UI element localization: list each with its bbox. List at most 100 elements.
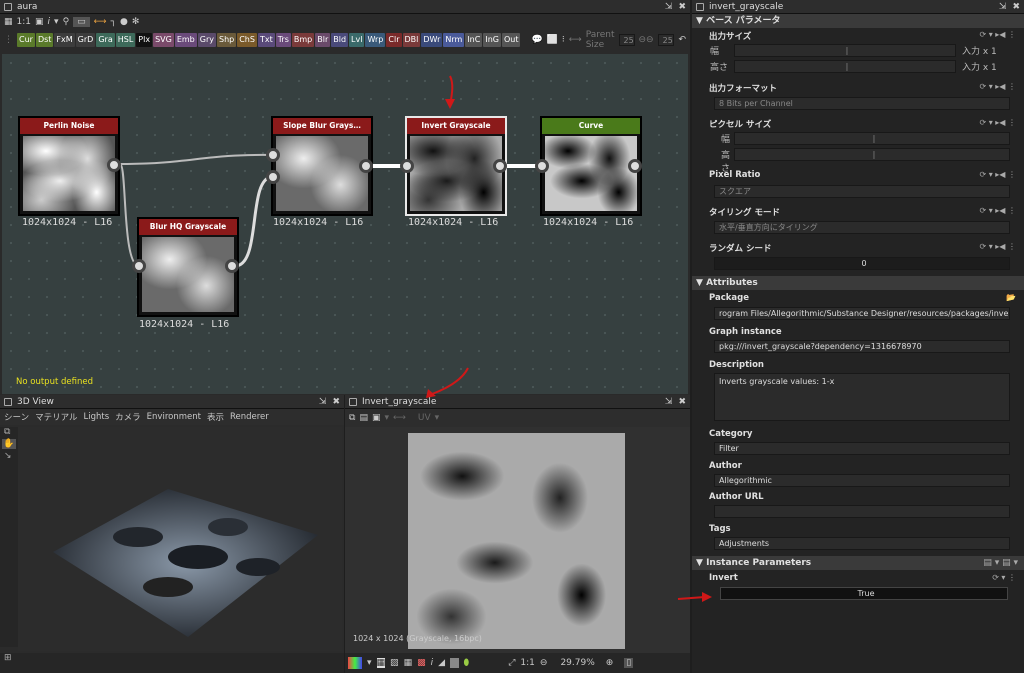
filter-button-cur[interactable]: Cur bbox=[17, 33, 35, 47]
frame-white-icon[interactable]: ⬜ bbox=[547, 35, 558, 45]
filter-button-emb[interactable]: Emb bbox=[174, 33, 197, 47]
input-port[interactable] bbox=[266, 148, 280, 162]
prop-options-icon[interactable]: ⟳ ▾ ▸◀ ⋮ bbox=[979, 82, 1016, 91]
parent-size-field[interactable]: 256 bbox=[618, 34, 635, 46]
map-icon[interactable]: ⊞ bbox=[0, 653, 12, 663]
zoom-in-icon[interactable]: ⊕ bbox=[606, 658, 614, 668]
prop-options-icon[interactable]: ⟳ ▾ ▸◀ ⋮ bbox=[979, 170, 1016, 179]
undo-icon[interactable]: ↶ bbox=[678, 35, 686, 45]
align-icon[interactable]: ┐ bbox=[111, 17, 116, 27]
checker-icon[interactable]: ▦ bbox=[376, 658, 386, 668]
info-icon[interactable]: i bbox=[48, 17, 51, 27]
save-icon[interactable]: ▤ bbox=[359, 413, 368, 423]
hand-tool-icon[interactable]: ✋ bbox=[2, 439, 16, 449]
node-curve[interactable]: Curve bbox=[540, 116, 642, 216]
pin-icon[interactable]: ⇲ bbox=[319, 397, 327, 407]
palette-icon[interactable]: ⬮ bbox=[464, 658, 470, 668]
zoom-value[interactable]: 29.79% bbox=[560, 658, 594, 668]
menu-renderer[interactable]: Renderer bbox=[230, 412, 269, 422]
filter-button-clr[interactable]: Clr bbox=[386, 33, 402, 47]
pin-icon[interactable]: ⇲ bbox=[665, 397, 673, 407]
filter-button-fxm[interactable]: FxM bbox=[54, 33, 75, 47]
gear-icon[interactable]: ✻ bbox=[132, 17, 140, 27]
filter-button-gry[interactable]: Gry bbox=[197, 33, 216, 47]
section-instance-params[interactable]: ▼ Instance Parameters ▤ ▾ ▤ ▾ bbox=[692, 556, 1024, 570]
filter-button-blr[interactable]: Blr bbox=[315, 33, 331, 47]
search-icon[interactable]: ⚲ bbox=[63, 17, 70, 27]
copy-icon[interactable]: ⧉ bbox=[349, 413, 355, 423]
graph-instance-field[interactable]: pkg:///invert_grayscale?dependency=13166… bbox=[714, 340, 1010, 353]
prop-options-icon[interactable]: ⟳ ▾ ⋮ bbox=[992, 573, 1016, 582]
uv-dropdown-icon[interactable]: ▾ bbox=[435, 413, 440, 423]
tiling-mode-dropdown[interactable]: 水平/垂直方向にタイリング bbox=[714, 221, 1010, 234]
height-slider[interactable]: | bbox=[734, 60, 956, 73]
output-port[interactable] bbox=[628, 159, 642, 173]
category-field[interactable]: Filter bbox=[714, 442, 1010, 455]
filter-button-ing[interactable]: InG bbox=[483, 33, 501, 47]
filter-button-dwr[interactable]: DWr bbox=[421, 33, 443, 47]
invert-toggle[interactable]: True bbox=[720, 587, 1008, 600]
random-seed-slider[interactable]: 0 bbox=[714, 257, 1010, 270]
author-url-field[interactable] bbox=[714, 505, 1010, 518]
prop-options-icon[interactable]: ⟳ ▾ ▸◀ ⋮ bbox=[979, 242, 1016, 251]
filter-button-dbl[interactable]: DBl bbox=[402, 33, 421, 47]
px-height-slider[interactable]: | bbox=[734, 148, 1010, 161]
node-slope-blur-grayscale[interactable]: Slope Blur Grays… bbox=[271, 116, 373, 216]
channel-rgb-icon[interactable] bbox=[348, 657, 362, 669]
description-textarea[interactable]: Inverts grayscale values: 1-x bbox=[714, 373, 1010, 421]
close-icon[interactable]: ✖ bbox=[1012, 2, 1020, 12]
close-icon[interactable]: ✖ bbox=[678, 2, 686, 12]
output-port[interactable] bbox=[493, 159, 507, 173]
menu-scene[interactable]: シーン bbox=[4, 411, 29, 423]
filter-button-shp[interactable]: Shp bbox=[216, 33, 237, 47]
section-attributes[interactable]: ▼ Attributes bbox=[692, 276, 1024, 290]
preset-icons[interactable]: ▤ ▾ ▤ ▾ bbox=[983, 556, 1018, 570]
filter-button-out[interactable]: Out bbox=[501, 33, 521, 47]
filter-button-nrm[interactable]: Nrm bbox=[443, 33, 465, 47]
menu-lights[interactable]: Lights bbox=[84, 412, 110, 422]
input-port[interactable] bbox=[400, 159, 414, 173]
fit-icon[interactable]: ⤢ bbox=[508, 658, 515, 668]
package-field[interactable]: rogram Files/Allegorithmic/Substance Des… bbox=[714, 307, 1010, 320]
zoom-out-icon[interactable]: ⊖ bbox=[540, 658, 548, 668]
output-format-dropdown[interactable]: 8 Bits per Channel bbox=[714, 97, 1010, 110]
author-field[interactable]: Allegorithmic bbox=[714, 474, 1010, 487]
tags-field[interactable]: Adjustments bbox=[714, 537, 1010, 550]
size-field[interactable]: 256 bbox=[657, 34, 675, 46]
grid-icon[interactable]: ▦ bbox=[4, 17, 13, 27]
prop-options-icon[interactable]: ⟳ ▾ ▸◀ ⋮ bbox=[979, 30, 1016, 39]
filter-button-grd[interactable]: GrD bbox=[75, 33, 96, 47]
folder-icon[interactable]: 📂 bbox=[1006, 293, 1016, 302]
menu-material[interactable]: マテリアル bbox=[35, 411, 77, 423]
light-tool-icon[interactable]: ↘ bbox=[0, 451, 18, 461]
parent-size-icon[interactable]: ⟷ bbox=[569, 35, 582, 45]
dropdown-icon[interactable]: ▾ bbox=[384, 413, 389, 423]
comment-icon[interactable]: 💬 bbox=[531, 35, 542, 45]
tile-icon[interactable]: ▩ bbox=[417, 658, 426, 668]
width-slider[interactable]: | bbox=[734, 44, 956, 57]
filter-button-lvl[interactable]: Lvl bbox=[349, 33, 365, 47]
bomb-icon[interactable]: ● bbox=[120, 17, 128, 27]
lock-icon[interactable]: ▯ bbox=[624, 658, 634, 668]
info-icon[interactable]: i bbox=[431, 658, 434, 668]
alpha-icon[interactable]: ▨ bbox=[390, 658, 399, 668]
filter-button-dst[interactable]: Dst bbox=[35, 33, 54, 47]
zoom-ratio[interactable]: 1:1 bbox=[520, 658, 534, 668]
dropdown-icon[interactable]: ▾ bbox=[367, 658, 372, 668]
view3d-viewport[interactable] bbox=[18, 427, 342, 651]
pin-node-icon[interactable]: ⁝ bbox=[562, 35, 565, 45]
link-icon[interactable]: ⟷ bbox=[393, 413, 406, 423]
dropdown-icon[interactable]: ▾ bbox=[54, 17, 59, 27]
filter-button-wrp[interactable]: Wrp bbox=[365, 33, 386, 47]
input-port[interactable] bbox=[266, 170, 280, 184]
filter-button-svg[interactable]: SVG bbox=[153, 33, 174, 47]
pin-icon[interactable]: ⇲ bbox=[665, 2, 673, 12]
histogram-icon[interactable]: ◢ bbox=[438, 658, 445, 668]
output-port[interactable] bbox=[359, 159, 373, 173]
filter-button-hsl[interactable]: HSL bbox=[115, 33, 136, 47]
screenshot-icon[interactable]: ▣ bbox=[372, 413, 381, 423]
link-icon[interactable]: ⊖⊖ bbox=[639, 35, 654, 45]
prop-options-icon[interactable]: ⟳ ▾ ▸◀ ⋮ bbox=[979, 206, 1016, 215]
px-width-slider[interactable]: | bbox=[734, 132, 1010, 145]
input-port[interactable] bbox=[535, 159, 549, 173]
